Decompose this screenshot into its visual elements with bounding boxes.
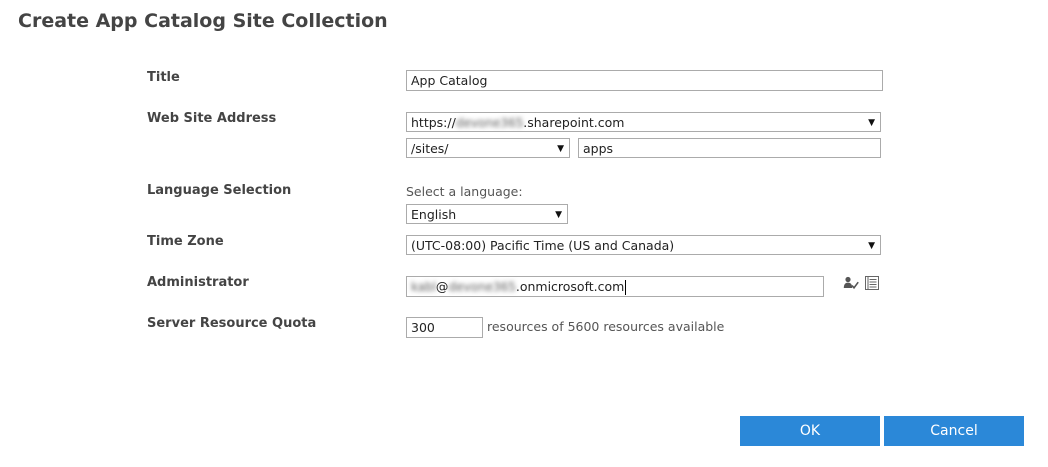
- site-name-value: apps: [583, 141, 614, 156]
- address-book-icon[interactable]: [864, 275, 880, 291]
- host-prefix: https://: [411, 115, 456, 130]
- administrator-input[interactable]: kabl@devone365.onmicrosoft.com: [406, 276, 824, 297]
- text-cursor: [625, 280, 627, 295]
- language-hint: Select a language:: [406, 184, 523, 199]
- admin-domain-suffix: .onmicrosoft.com: [515, 279, 625, 294]
- create-app-catalog-dialog: Create App Catalog Site Collection Title…: [0, 0, 1048, 467]
- admin-user-blurred: kabl: [411, 279, 436, 294]
- quota-label: Server Resource Quota: [147, 316, 317, 331]
- time-zone-select[interactable]: (UTC-08:00) Pacific Time (US and Canada)…: [406, 235, 881, 255]
- language-label: Language Selection: [147, 183, 292, 198]
- host-select[interactable]: https://devone365.sharepoint.com ▼: [406, 112, 881, 132]
- admin-at: @: [435, 279, 449, 294]
- cancel-button[interactable]: Cancel: [884, 416, 1024, 446]
- quota-value: 300: [411, 320, 435, 335]
- chevron-down-icon: ▼: [868, 241, 875, 251]
- path-select[interactable]: /sites/ ▼: [406, 138, 570, 158]
- time-zone-select-value: (UTC-08:00) Pacific Time (US and Canada): [411, 238, 675, 253]
- chevron-down-icon: ▼: [555, 210, 562, 220]
- check-names-icon[interactable]: [843, 275, 859, 291]
- host-tenant-blurred: devone365: [455, 115, 524, 130]
- chevron-down-icon: ▼: [868, 118, 875, 128]
- language-select-value: English: [411, 207, 457, 222]
- dialog-title: Create App Catalog Site Collection: [18, 10, 388, 32]
- title-label: Title: [147, 70, 180, 85]
- ok-button[interactable]: OK: [740, 416, 880, 446]
- web-site-address-label: Web Site Address: [147, 111, 277, 126]
- chevron-down-icon: ▼: [557, 144, 564, 154]
- quota-input[interactable]: 300: [406, 317, 483, 338]
- host-suffix: .sharepoint.com: [523, 115, 625, 130]
- time-zone-label: Time Zone: [147, 234, 224, 249]
- admin-tenant-blurred: devone365: [448, 279, 516, 294]
- title-input-value: App Catalog: [411, 73, 488, 88]
- site-name-input[interactable]: apps: [578, 138, 881, 158]
- path-select-value: /sites/: [411, 141, 449, 156]
- title-input[interactable]: App Catalog: [406, 70, 883, 91]
- administrator-label: Administrator: [147, 275, 249, 290]
- quota-available-text: resources of 5600 resources available: [487, 319, 725, 334]
- language-select[interactable]: English ▼: [406, 204, 568, 224]
